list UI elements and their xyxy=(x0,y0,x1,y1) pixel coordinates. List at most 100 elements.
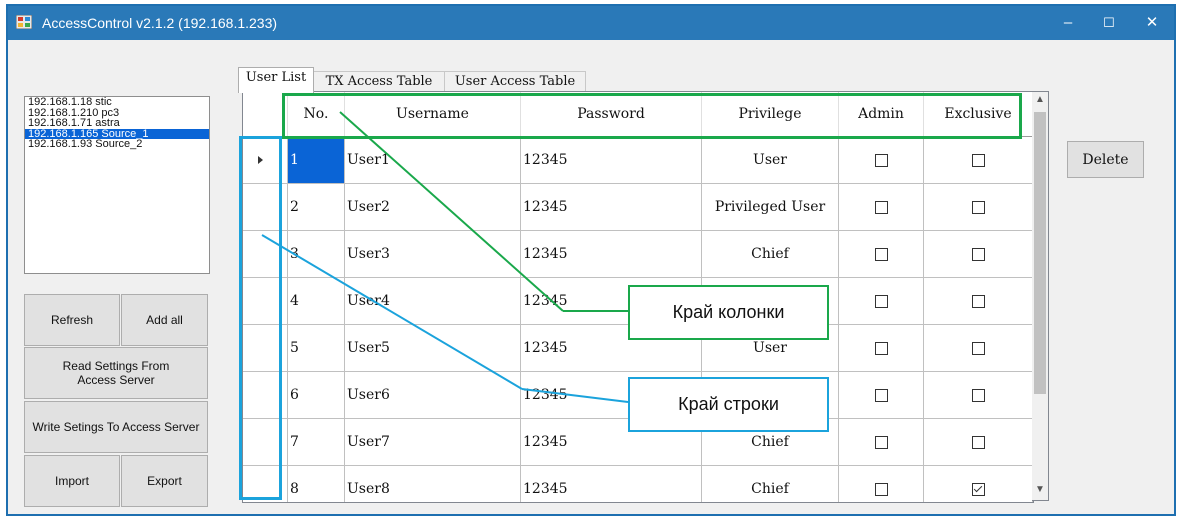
scroll-down-icon[interactable]: ▼ xyxy=(1035,484,1045,495)
row-header[interactable] xyxy=(243,184,288,231)
exclusive-checkbox[interactable] xyxy=(971,435,985,449)
cell-no[interactable]: 7 xyxy=(288,419,345,466)
cell-exclusive[interactable] xyxy=(924,419,1033,466)
cell-admin[interactable] xyxy=(839,137,924,184)
column-header-privilege[interactable]: Privilege xyxy=(702,92,839,137)
cell-exclusive[interactable] xyxy=(924,325,1033,372)
exclusive-checkbox[interactable] xyxy=(971,341,985,355)
scrollbar-thumb[interactable] xyxy=(1034,112,1046,394)
cell-admin[interactable] xyxy=(839,231,924,278)
cell-privilege[interactable]: Privileged User xyxy=(702,184,839,231)
cell-admin[interactable] xyxy=(839,419,924,466)
exclusive-checkbox-checked[interactable] xyxy=(971,482,985,496)
cell-username[interactable]: User4 xyxy=(345,278,521,325)
close-button[interactable]: ✕ xyxy=(1132,10,1172,36)
export-button[interactable]: Export xyxy=(121,455,208,507)
cell-exclusive[interactable] xyxy=(924,184,1033,231)
connection-item[interactable]: 192.168.1.93 Source_2 xyxy=(25,139,209,150)
row-header[interactable] xyxy=(243,372,288,419)
tab-tx-access-table[interactable]: TX Access Table xyxy=(312,71,446,92)
cell-username[interactable]: User8 xyxy=(345,466,521,502)
cell-username[interactable]: User5 xyxy=(345,325,521,372)
row-header[interactable] xyxy=(243,466,288,502)
exclusive-checkbox[interactable] xyxy=(971,200,985,214)
table-row[interactable]: 1 User1 12345 User xyxy=(243,137,1033,184)
cell-no[interactable]: 5 xyxy=(288,325,345,372)
title-bar: AccessControl v2.1.2 (192.168.1.233) – ☐… xyxy=(8,6,1174,40)
read-settings-button[interactable]: Read Settings From Access Server xyxy=(24,347,208,399)
cell-exclusive[interactable] xyxy=(924,137,1033,184)
cell-admin[interactable] xyxy=(839,184,924,231)
table-row[interactable]: 2 User2 12345 Privileged User xyxy=(243,184,1033,231)
connection-list[interactable]: 192.168.1.18 stic 192.168.1.210 pc3 192.… xyxy=(24,96,210,274)
refresh-button[interactable]: Refresh xyxy=(24,294,120,346)
row-header[interactable] xyxy=(243,278,288,325)
cell-no[interactable]: 4 xyxy=(288,278,345,325)
cell-no[interactable]: 8 xyxy=(288,466,345,502)
column-header-exclusive[interactable]: Exclusive xyxy=(924,92,1033,137)
connection-item[interactable]: 192.168.1.18 stic xyxy=(25,97,209,108)
window-title: AccessControl v2.1.2 (192.168.1.233) xyxy=(42,15,278,31)
column-edge-callout: Край колонки xyxy=(628,285,829,340)
table-row[interactable]: 3 User3 12345 Chief xyxy=(243,231,1033,278)
cell-privilege[interactable]: Chief xyxy=(702,466,839,502)
admin-checkbox[interactable] xyxy=(874,482,888,496)
column-header-admin[interactable]: Admin xyxy=(839,92,924,137)
cell-privilege[interactable]: Chief xyxy=(702,231,839,278)
cell-privilege[interactable]: User xyxy=(702,137,839,184)
cell-exclusive[interactable] xyxy=(924,466,1033,502)
row-header[interactable] xyxy=(243,419,288,466)
write-settings-button[interactable]: Write Setings To Access Server xyxy=(24,401,208,453)
admin-checkbox[interactable] xyxy=(874,341,888,355)
cell-exclusive[interactable] xyxy=(924,231,1033,278)
cell-admin[interactable] xyxy=(839,325,924,372)
cell-password[interactable]: 12345 xyxy=(521,466,702,502)
cell-password[interactable]: 12345 xyxy=(521,231,702,278)
column-header-username[interactable]: Username xyxy=(345,92,521,137)
minimize-button[interactable]: – xyxy=(1048,10,1088,36)
add-all-button[interactable]: Add all xyxy=(121,294,208,346)
scroll-up-icon[interactable]: ▲ xyxy=(1035,94,1045,105)
admin-checkbox[interactable] xyxy=(874,247,888,261)
cell-exclusive[interactable] xyxy=(924,372,1033,419)
app-icon xyxy=(16,15,32,29)
tab-user-access-table[interactable]: User Access Table xyxy=(444,71,586,92)
admin-checkbox[interactable] xyxy=(874,200,888,214)
cell-no[interactable]: 2 xyxy=(288,184,345,231)
delete-button[interactable]: Delete xyxy=(1067,141,1144,178)
admin-checkbox[interactable] xyxy=(874,388,888,402)
cell-username[interactable]: User3 xyxy=(345,231,521,278)
cell-username[interactable]: User6 xyxy=(345,372,521,419)
app-window: AccessControl v2.1.2 (192.168.1.233) – ☐… xyxy=(6,4,1176,516)
table-scrollbar[interactable]: ▲ ▼ xyxy=(1032,91,1049,501)
maximize-button[interactable]: ☐ xyxy=(1089,10,1129,36)
cell-no[interactable]: 1 xyxy=(288,137,345,184)
admin-checkbox[interactable] xyxy=(874,435,888,449)
exclusive-checkbox[interactable] xyxy=(971,388,985,402)
cell-no[interactable]: 3 xyxy=(288,231,345,278)
column-header-no[interactable]: No. xyxy=(288,92,345,137)
cell-admin[interactable] xyxy=(839,372,924,419)
column-header-password[interactable]: Password xyxy=(521,92,702,137)
row-header[interactable] xyxy=(243,325,288,372)
admin-checkbox[interactable] xyxy=(874,153,888,167)
tab-user-list[interactable]: User List xyxy=(238,67,314,93)
exclusive-checkbox[interactable] xyxy=(971,153,985,167)
row-header[interactable] xyxy=(243,137,288,184)
cell-password[interactable]: 12345 xyxy=(521,184,702,231)
cell-username[interactable]: User2 xyxy=(345,184,521,231)
cell-password[interactable]: 12345 xyxy=(521,137,702,184)
row-header[interactable] xyxy=(243,231,288,278)
cell-no[interactable]: 6 xyxy=(288,372,345,419)
exclusive-checkbox[interactable] xyxy=(971,247,985,261)
cell-username[interactable]: User7 xyxy=(345,419,521,466)
admin-checkbox[interactable] xyxy=(874,294,888,308)
table-row[interactable]: 8 User8 12345 Chief xyxy=(243,466,1033,502)
import-button[interactable]: Import xyxy=(24,455,120,507)
connection-item[interactable]: 192.168.1.71 astra xyxy=(25,118,209,129)
cell-username[interactable]: User1 xyxy=(345,137,521,184)
cell-exclusive[interactable] xyxy=(924,278,1033,325)
cell-admin[interactable] xyxy=(839,466,924,502)
cell-admin[interactable] xyxy=(839,278,924,325)
exclusive-checkbox[interactable] xyxy=(971,294,985,308)
